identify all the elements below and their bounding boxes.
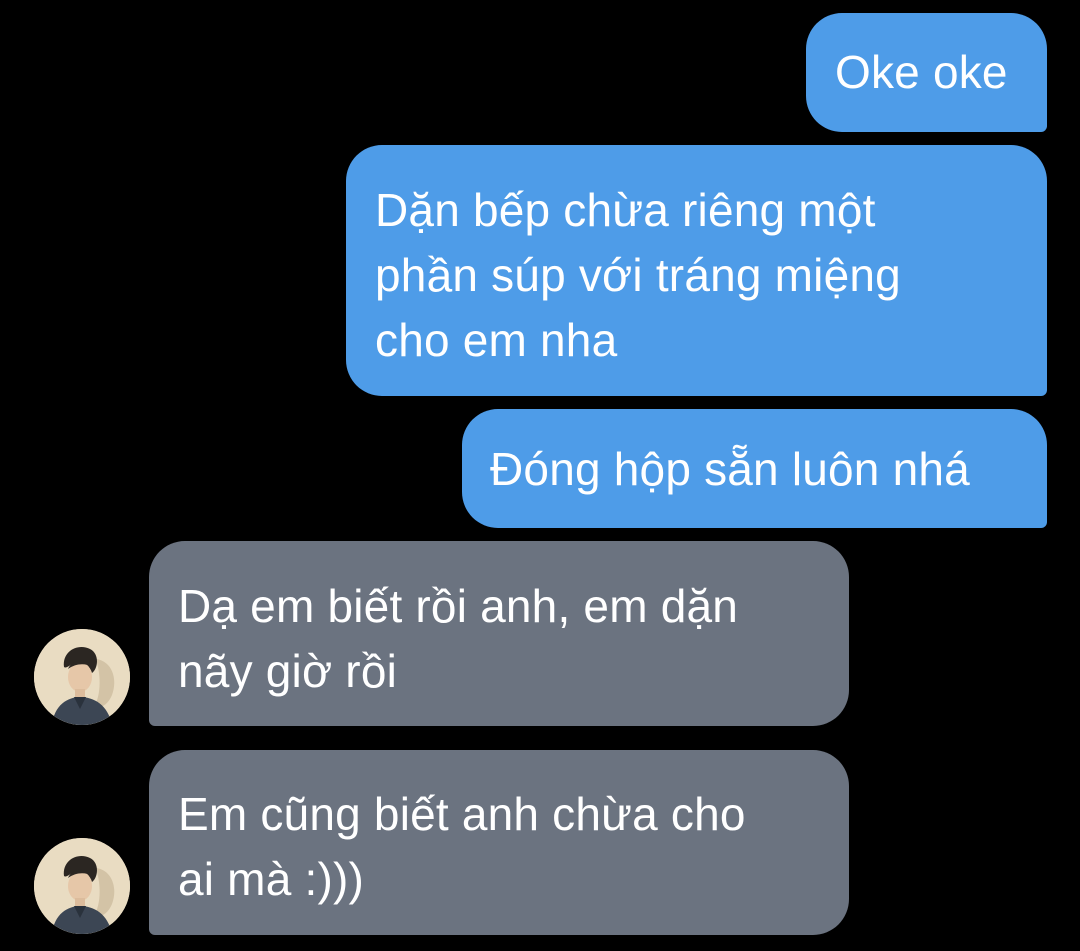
message-bubble-sent[interactable]: Oke oke	[806, 13, 1047, 132]
person-silhouette-icon	[34, 838, 130, 934]
message-text: Dặn bếp chừa riêng một phần súp với trán…	[375, 184, 901, 366]
message-text: Em cũng biết anh chừa cho ai mà :)))	[178, 788, 746, 905]
message-bubble-received[interactable]: Dạ em biết rồi anh, em dặn nãy giờ rồi	[149, 541, 849, 726]
person-silhouette-icon	[34, 629, 130, 725]
message-bubble-received[interactable]: Em cũng biết anh chừa cho ai mà :)))	[149, 750, 849, 935]
contact-avatar[interactable]	[34, 838, 130, 934]
message-bubble-sent[interactable]: Đóng hộp sẵn luôn nhá	[462, 409, 1047, 528]
contact-avatar[interactable]	[34, 629, 130, 725]
message-text: Đóng hộp sẵn luôn nhá	[490, 443, 970, 495]
message-text: Dạ em biết rồi anh, em dặn nãy giờ rồi	[178, 580, 739, 697]
message-bubble-sent[interactable]: Dặn bếp chừa riêng một phần súp với trán…	[346, 145, 1047, 396]
message-text: Oke oke	[835, 46, 1008, 98]
